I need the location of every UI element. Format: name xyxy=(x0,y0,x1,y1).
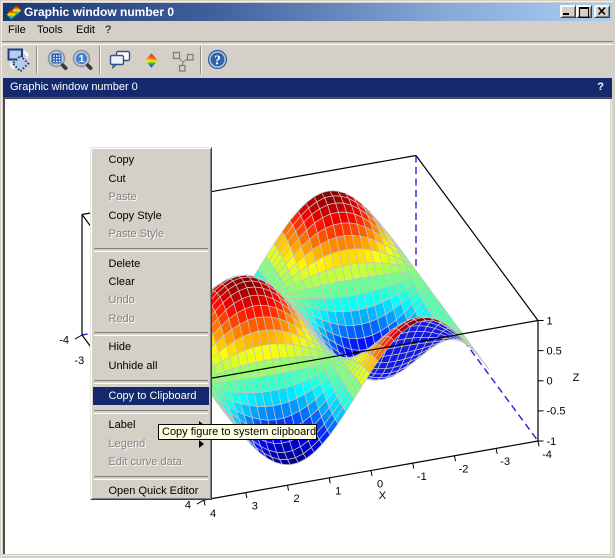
svg-text:-2: -2 xyxy=(459,464,469,476)
svg-text:4: 4 xyxy=(210,508,216,520)
svg-text:2: 2 xyxy=(293,493,299,505)
svg-text:-3: -3 xyxy=(500,456,510,468)
svg-text:0.5: 0.5 xyxy=(547,345,562,357)
svg-text:0: 0 xyxy=(377,478,383,490)
svg-text:Z: Z xyxy=(573,372,580,384)
svg-text:1: 1 xyxy=(547,315,553,327)
svg-text:1: 1 xyxy=(335,486,341,498)
svg-text:-4: -4 xyxy=(59,334,69,346)
svg-text:?: ? xyxy=(214,52,221,67)
svg-text:X: X xyxy=(379,490,387,502)
svg-text:4: 4 xyxy=(185,499,191,511)
svg-text:-4: -4 xyxy=(542,449,552,461)
svg-text:-1: -1 xyxy=(417,471,427,483)
svg-text:-0.5: -0.5 xyxy=(547,406,566,418)
svg-text:-1: -1 xyxy=(547,436,557,448)
svg-text:-3: -3 xyxy=(74,355,84,367)
svg-text:0: 0 xyxy=(547,376,553,388)
svg-text:3: 3 xyxy=(252,500,258,512)
svg-text:1: 1 xyxy=(79,54,85,65)
